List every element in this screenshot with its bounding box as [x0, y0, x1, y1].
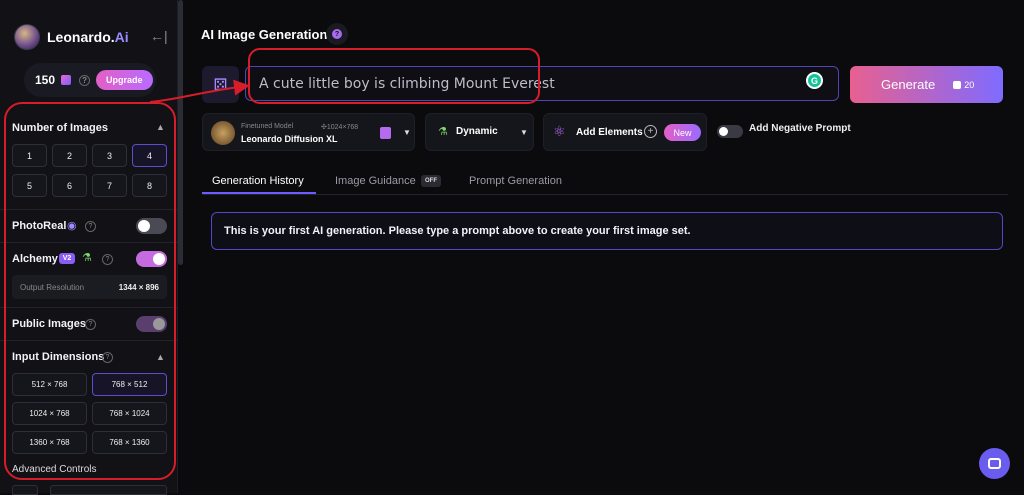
- active-tab-indicator: [202, 192, 316, 194]
- grammarly-icon[interactable]: G: [806, 72, 823, 89]
- add-elements-label: Add Elements: [576, 127, 643, 138]
- collapse-sidebar-icon[interactable]: ←|: [150, 28, 168, 44]
- model-info-icon[interactable]: [380, 127, 391, 139]
- random-prompt-dice-icon[interactable]: ⚄: [202, 66, 239, 103]
- chevron-down-icon[interactable]: ▼: [520, 128, 528, 137]
- token-balance: 150 ? Upgrade: [24, 63, 156, 97]
- upgrade-button[interactable]: Upgrade: [96, 70, 153, 90]
- page-title: AI Image Generation: [201, 27, 328, 42]
- generate-label: Generate: [881, 77, 936, 92]
- token-icon: [61, 75, 72, 85]
- generate-button[interactable]: Generate 20: [850, 66, 1003, 103]
- token-count: 150: [35, 73, 56, 87]
- new-badge: New: [664, 124, 701, 141]
- empty-state-notice: This is your first AI generation. Please…: [211, 212, 1003, 250]
- style-label: Dynamic: [456, 126, 498, 137]
- style-selector[interactable]: ⚗ Dynamic ▼: [425, 113, 534, 151]
- model-size: ✣1024×768: [321, 124, 359, 131]
- annotation-highlight-sidebar: [4, 102, 176, 480]
- sidebar-scrollbar[interactable]: [178, 0, 183, 265]
- model-name: Leonardo Diffusion XL: [241, 134, 338, 144]
- model-thumbnail: [211, 121, 235, 145]
- brush-icon: ⚗: [438, 126, 448, 138]
- chat-support-icon[interactable]: [979, 448, 1010, 479]
- plus-icon: +: [644, 125, 657, 138]
- advanced-control-field[interactable]: [12, 485, 38, 495]
- token-icon: [953, 80, 962, 89]
- add-elements-button[interactable]: ⚛ Add Elements + New: [543, 113, 707, 151]
- annotation-highlight-prompt: [248, 48, 540, 104]
- tab-image-guidance[interactable]: Image Guidance: [335, 175, 416, 187]
- negative-prompt-toggle[interactable]: [717, 125, 743, 138]
- generate-cost: 20: [953, 80, 974, 90]
- brand-name: Leonardo.Ai: [47, 29, 129, 45]
- help-icon[interactable]: ?: [79, 74, 91, 86]
- tab-prompt-generation[interactable]: Prompt Generation: [469, 175, 562, 187]
- advanced-control-field[interactable]: [50, 485, 167, 495]
- info-icon[interactable]: ?: [326, 23, 348, 45]
- leonardo-avatar-logo: [14, 24, 40, 50]
- tab-generation-history[interactable]: Generation History: [212, 175, 304, 187]
- chevron-down-icon[interactable]: ▼: [403, 128, 411, 137]
- model-selector[interactable]: Finetuned Model ✣1024×768 Leonardo Diffu…: [202, 113, 415, 151]
- image-guidance-status-badge: OFF: [421, 175, 441, 187]
- model-caption: Finetuned Model: [241, 123, 294, 130]
- negative-prompt-label: Add Negative Prompt: [749, 123, 851, 134]
- atom-icon: ⚛: [553, 123, 566, 139]
- tab-divider: [202, 194, 1008, 195]
